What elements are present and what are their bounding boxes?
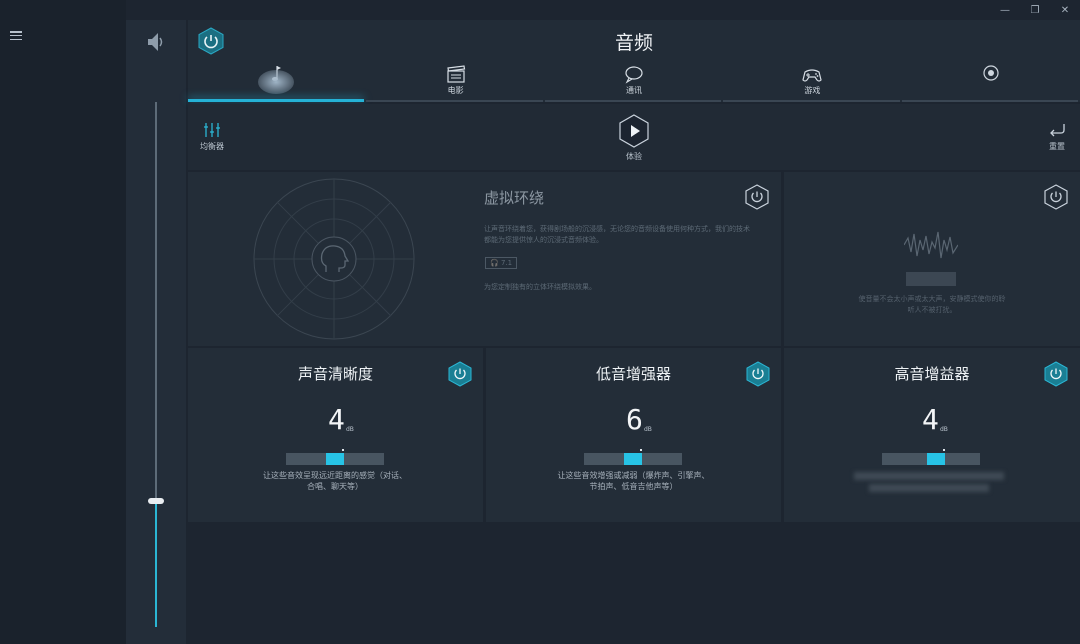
card-title: 声音清晰度 [297,365,373,383]
volume-slider-thumb[interactable] [148,498,164,504]
tab-movie[interactable]: 电影 [366,60,544,102]
gamepad-icon [802,69,823,82]
virtual-surround-description: 让声音环绕着您，获得剧场般的沉浸感，无论您的音频设备使用何种方式，我们的技术都能… [484,225,750,244]
equalizer-button[interactable]: 均衡器 [200,122,224,152]
card-description: 让这些音效呈现远近距离的感觉（对话、合唱、聊天等） [263,471,407,491]
slider-thumb[interactable] [624,453,642,465]
toolbar: 均衡器 体验 重置 [188,104,1080,170]
tab-label: 通讯 [626,86,643,95]
volume-slider-fill [155,501,157,627]
tab-label: 电影 [447,86,464,95]
hamburger-menu-icon[interactable] [10,31,22,40]
tab-underline [901,100,1079,102]
virtual-surround-note: 为您定制独有的立体环绕模拟效果。 [484,283,596,291]
slider-thumb[interactable] [927,453,945,465]
clapperboard-icon [446,65,465,83]
preview-button[interactable]: 体验 [618,114,650,162]
tab-underline [366,100,543,102]
clarity-slider[interactable] [286,449,384,465]
header: 音频 电影 通讯 游戏 [188,20,1080,102]
clarity-card: 声音清晰度 4 dB 让这些音效呈现远近距离的感觉（对话、合唱、聊天等） [188,348,483,522]
maximize-button[interactable]: ❐ [1020,0,1050,20]
tab-music[interactable] [188,60,366,102]
volume-leveling-panel: 使音量不会太小声或太大声，安静模式使你的聆听人不被打扰。 [784,172,1080,346]
speaker-icon[interactable] [145,30,165,54]
surround-sphere-icon [253,178,415,340]
card-description: 让这些音效增强或减弱（爆炸声、引擎声、节拍声、低音吉他声等） [557,471,710,491]
virtual-surround-panel: 虚拟环绕 让声音环绕着您，获得剧场般的沉浸感，无论您的音频设备使用何种方式，我们… [188,172,781,346]
treble-boost-power-icon[interactable] [1044,361,1068,387]
treble-boost-card: 高音增益器 4 dB [784,348,1080,522]
tab-game[interactable]: 游戏 [723,60,901,102]
bass-boost-slider[interactable] [584,449,682,465]
tab-communication[interactable]: 通讯 [544,60,723,102]
surround-mode-chip[interactable]: 🎧 7.1 [485,257,518,269]
blurred-description-line [869,484,989,492]
headphones-icon: 🎧 [490,259,499,267]
tab-custom[interactable] [901,60,1080,102]
card-unit: dB [644,426,652,433]
tab-label: 游戏 [804,86,821,95]
card-value: 6 [626,403,643,436]
window-controls: — ❐ ✕ [990,0,1080,20]
bass-boost-card: 低音增强器 6 dB 让这些音效增强或减弱（爆炸声、引擎声、节拍声、低音吉他声等… [486,348,781,522]
play-icon [619,114,649,148]
equalizer-icon [204,123,220,137]
page-title: 音频 [614,32,653,54]
profile-tabs: 电影 通讯 游戏 [188,60,1080,102]
virtual-surround-title: 虚拟环绕 [484,189,545,207]
volume-leveling-mode-button[interactable] [906,272,956,286]
undo-icon [1050,124,1065,137]
slider-tick [640,449,642,451]
minimize-button[interactable]: — [990,0,1020,20]
main-area: 音频 电影 通讯 游戏 均衡器 体验 重置 虚拟环绕 让声音环绕着您，获得剧场般… [188,20,1080,644]
left-nav [0,0,126,644]
tab-glow [258,70,294,94]
tab-underline [723,100,900,102]
blurred-description-line [854,472,1004,480]
volume-column [126,20,186,644]
bass-boost-power-icon[interactable] [746,361,770,387]
surround-mode-label: 7.1 [500,259,513,267]
card-title: 高音增益器 [894,365,970,383]
slider-tick [943,449,945,451]
card-unit: dB [940,426,948,433]
clarity-power-icon[interactable] [448,361,472,387]
equalizer-label: 均衡器 [200,142,224,151]
tab-underline [188,99,365,102]
reset-button[interactable]: 重置 [1048,122,1066,152]
card-value: 4 [922,403,939,436]
custom-profile-icon [983,65,999,81]
close-button[interactable]: ✕ [1050,0,1080,20]
slider-thumb[interactable] [326,453,344,465]
tab-underline [544,100,722,102]
card-title: 低音增强器 [595,365,671,383]
chat-bubble-icon [625,66,643,84]
volume-leveling-description: 使音量不会太小声或太大声，安静模式使你的聆听人不被打扰。 [858,295,1006,314]
waveform-icon [904,231,958,259]
virtual-surround-power-icon[interactable] [745,184,769,210]
card-value: 4 [328,403,345,436]
slider-tick [342,449,344,451]
treble-boost-slider[interactable] [882,449,980,465]
volume-leveling-power-icon[interactable] [1044,184,1068,210]
card-unit: dB [346,426,354,433]
reset-label: 重置 [1049,142,1065,151]
preview-label: 体验 [626,152,642,161]
